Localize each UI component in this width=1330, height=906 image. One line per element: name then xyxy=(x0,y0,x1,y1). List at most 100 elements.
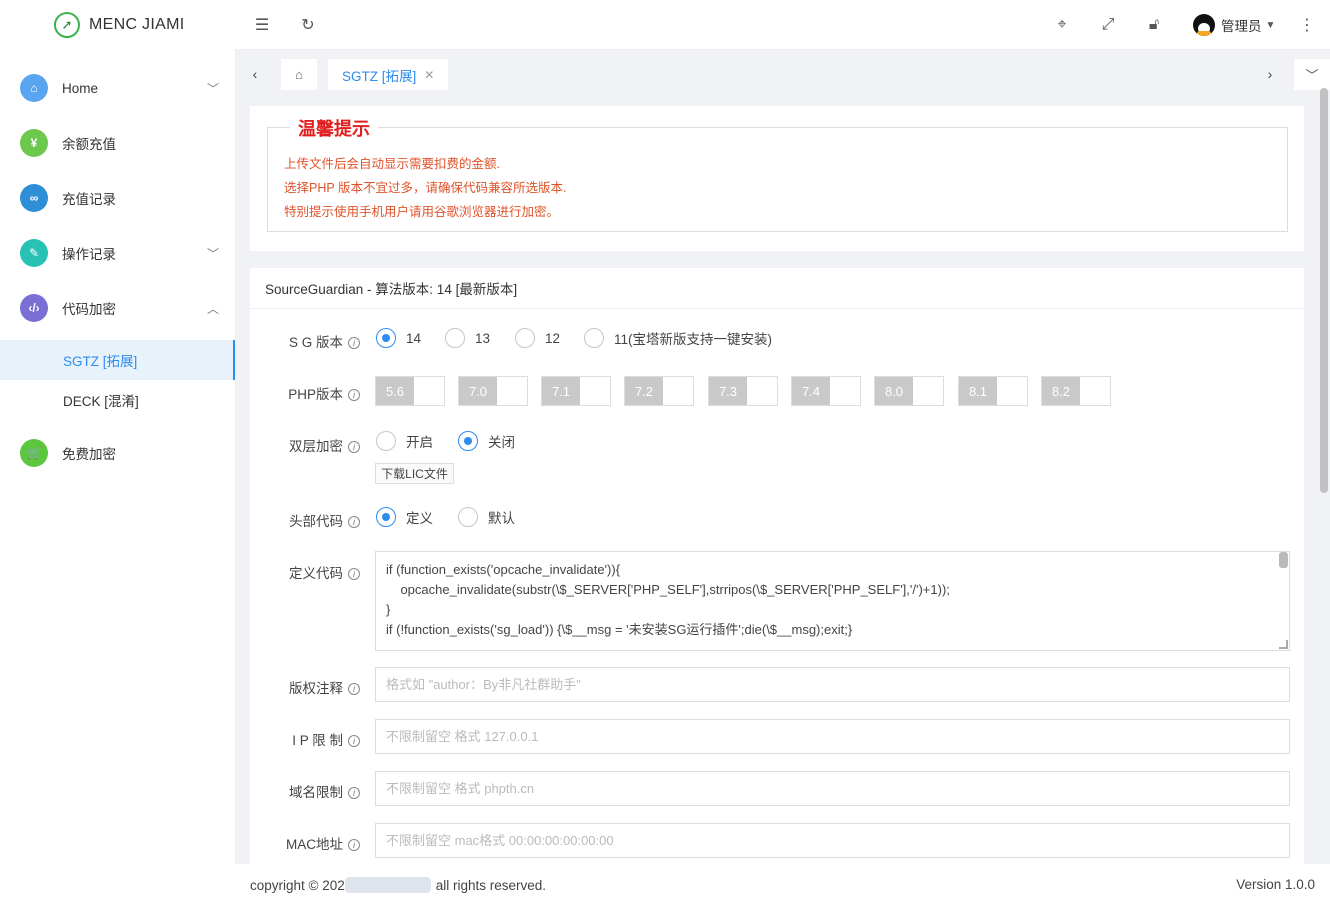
ip-limit-label: I P 限 制i xyxy=(250,729,360,749)
download-lic-button[interactable]: 下载LIC文件 xyxy=(375,463,454,484)
radio-label: 12 xyxy=(545,330,561,346)
sg-version-radio-12[interactable]: 12 xyxy=(515,328,560,348)
php-version-checkbox-71[interactable]: 7.1 xyxy=(541,376,611,406)
copyright-prefix: copyright © 202 xyxy=(250,877,345,893)
radio-label: 11(宝塔新版支持一键安装) xyxy=(614,332,773,347)
page-scrollbar[interactable] xyxy=(1320,88,1328,493)
tab-home[interactable]: ⌂ xyxy=(281,59,317,90)
refresh-icon[interactable]: ↻ xyxy=(297,14,319,36)
copyright-input[interactable] xyxy=(375,667,1290,702)
app-logo[interactable]: ➚ MENC JIAMI xyxy=(0,0,235,50)
radio-label: 定义 xyxy=(406,511,433,526)
sidebar-subitem-sgtz[interactable]: SGTZ [拓展] xyxy=(0,340,235,380)
sidebar-item-code-encrypt[interactable]: ‹/› 代码加密 ︿ xyxy=(0,288,235,328)
code-line: opcache_invalidate(substr(\$_SERVER['PHP… xyxy=(386,582,950,597)
head-code-radio-custom[interactable]: 定义 xyxy=(376,507,433,527)
head-code-radio-default[interactable]: 默认 xyxy=(458,507,515,527)
more-vertical-icon[interactable]: ⋮ xyxy=(1296,14,1318,36)
radio-label: 关闭 xyxy=(488,435,515,450)
tabs-dropdown[interactable]: ﹀ xyxy=(1294,59,1330,90)
tab-sgtz[interactable]: SGTZ [拓展] ✕ xyxy=(328,59,448,90)
notice-card: 温馨提示 上传文件后会自动显示需要扣费的金额. 选择PHP 版本不宜过多，请确保… xyxy=(250,106,1304,251)
php-version-label: 8.1 xyxy=(959,377,997,405)
domain-limit-input[interactable] xyxy=(375,771,1290,806)
sidebar-subitem-deck[interactable]: DECK [混淆] xyxy=(0,380,235,420)
sg-version-radio-14[interactable]: 14 xyxy=(376,328,421,348)
custom-code-textarea[interactable]: if (function_exists('opcache_invalidate'… xyxy=(375,551,1290,651)
chevron-down-icon: ﹀ xyxy=(206,246,219,261)
tabs-prev-icon[interactable]: ‹ xyxy=(235,51,275,97)
info-icon: i xyxy=(348,516,360,528)
home-icon: ⌂ xyxy=(295,67,303,82)
form-header: SourceGuardian - 算法版本: 14 [最新版本] xyxy=(250,268,1304,309)
radio-label: 14 xyxy=(406,330,422,346)
info-icon: i xyxy=(348,735,360,747)
custom-code-label: 定义代码 i xyxy=(250,562,360,582)
sidebar-item-recharge[interactable]: ¥ 余额充值 xyxy=(0,123,235,163)
sg-version-radio-13[interactable]: 13 xyxy=(445,328,490,348)
php-version-checkbox-73[interactable]: 7.3 xyxy=(708,376,778,406)
textarea-scrollbar[interactable] xyxy=(1279,552,1288,568)
radio-label: 开启 xyxy=(406,435,433,450)
radio-circle xyxy=(376,507,396,527)
notice-line: 上传文件后会自动显示需要扣费的金额. xyxy=(284,157,500,171)
tabs-bar: ‹ ⌂ SGTZ [拓展] ✕ › ﹀ xyxy=(235,51,1330,97)
php-version-checkbox-82[interactable]: 8.2 xyxy=(1041,376,1111,406)
footer: copyright © 202 all rights reserved. Ver… xyxy=(235,864,1330,906)
sidebar: ➚ MENC JIAMI ⌂ Home ﹀ ¥ 余额充值 ∞ 充值记录 ✎ 操作… xyxy=(0,0,235,906)
version-text: Version 1.0.0 xyxy=(1236,877,1315,892)
php-version-label: 8.2 xyxy=(1042,377,1080,405)
close-icon[interactable]: ✕ xyxy=(424,68,434,82)
info-icon: i xyxy=(348,683,360,695)
php-version-label: 7.1 xyxy=(542,377,580,405)
radio-circle xyxy=(515,328,535,348)
php-version-checkbox-81[interactable]: 8.1 xyxy=(958,376,1028,406)
sidebar-item-home[interactable]: ⌂ Home ﹀ xyxy=(0,68,235,108)
user-menu[interactable]: 管理员 ▼ xyxy=(1193,13,1275,37)
cart-icon: 🛒 xyxy=(20,439,48,467)
domain-limit-label: 域名限制 i xyxy=(250,781,360,801)
info-icon: i xyxy=(348,568,360,580)
lock-icon[interactable]: 🔓︎ xyxy=(1143,14,1165,36)
sg-version-radio-11[interactable]: 11(宝塔新版支持一键安装) xyxy=(584,328,772,348)
resize-handle-icon[interactable] xyxy=(1279,640,1288,649)
mac-address-input[interactable] xyxy=(375,823,1290,858)
home-icon: ⌂ xyxy=(20,74,48,102)
mac-address-label: MAC地址 i xyxy=(250,833,360,853)
php-version-checkbox-72[interactable]: 7.2 xyxy=(624,376,694,406)
sidebar-item-operation-log[interactable]: ✎ 操作记录 ﹀ xyxy=(0,233,235,273)
sidebar-item-label: 充值记录 xyxy=(62,192,116,207)
info-icon: i xyxy=(348,337,360,349)
php-version-checkbox-74[interactable]: 7.4 xyxy=(791,376,861,406)
sidebar-item-recharge-records[interactable]: ∞ 充值记录 xyxy=(0,178,235,218)
sg-version-label: S G 版本 i xyxy=(250,331,360,351)
tag-icon[interactable]: ⌖ xyxy=(1051,14,1073,36)
recharge-icon: ¥ xyxy=(20,129,48,157)
copyright-suffix: all rights reserved. xyxy=(435,877,547,893)
info-icon: i xyxy=(348,389,360,401)
app-title: MENC JIAMI xyxy=(89,16,185,33)
fullscreen-icon[interactable]: ⤢ xyxy=(1097,14,1119,36)
code-line: if (function_exists('opcache_invalidate'… xyxy=(386,562,621,577)
tabs-next-icon[interactable]: › xyxy=(1250,51,1290,97)
php-version-checkbox-56[interactable]: 5.6 xyxy=(375,376,445,406)
menu-fold-icon[interactable]: ☰ xyxy=(251,14,273,36)
ip-limit-input[interactable] xyxy=(375,719,1290,754)
caret-down-icon: ▼ xyxy=(1265,19,1276,31)
info-icon: i xyxy=(348,441,360,453)
radio-circle xyxy=(458,507,478,527)
double-encrypt-radio-off[interactable]: 关闭 xyxy=(458,431,515,451)
double-encrypt-radio-on[interactable]: 开启 xyxy=(376,431,433,451)
sidebar-item-label: 代码加密 xyxy=(62,302,116,317)
info-icon: i xyxy=(348,839,360,851)
php-version-label: 7.3 xyxy=(709,377,747,405)
sidebar-item-free-encrypt[interactable]: 🛒 免费加密 xyxy=(0,433,235,473)
php-version-checkbox-70[interactable]: 7.0 xyxy=(458,376,528,406)
notice-box: 温馨提示 上传文件后会自动显示需要扣费的金额. 选择PHP 版本不宜过多，请确保… xyxy=(267,115,1288,232)
php-version-checkbox-80[interactable]: 8.0 xyxy=(874,376,944,406)
radio-label: 13 xyxy=(475,330,491,346)
redacted-block xyxy=(344,877,431,893)
chevron-up-icon: ︿ xyxy=(206,301,219,316)
code-icon: ‹/› xyxy=(20,294,48,322)
info-icon: i xyxy=(348,787,360,799)
